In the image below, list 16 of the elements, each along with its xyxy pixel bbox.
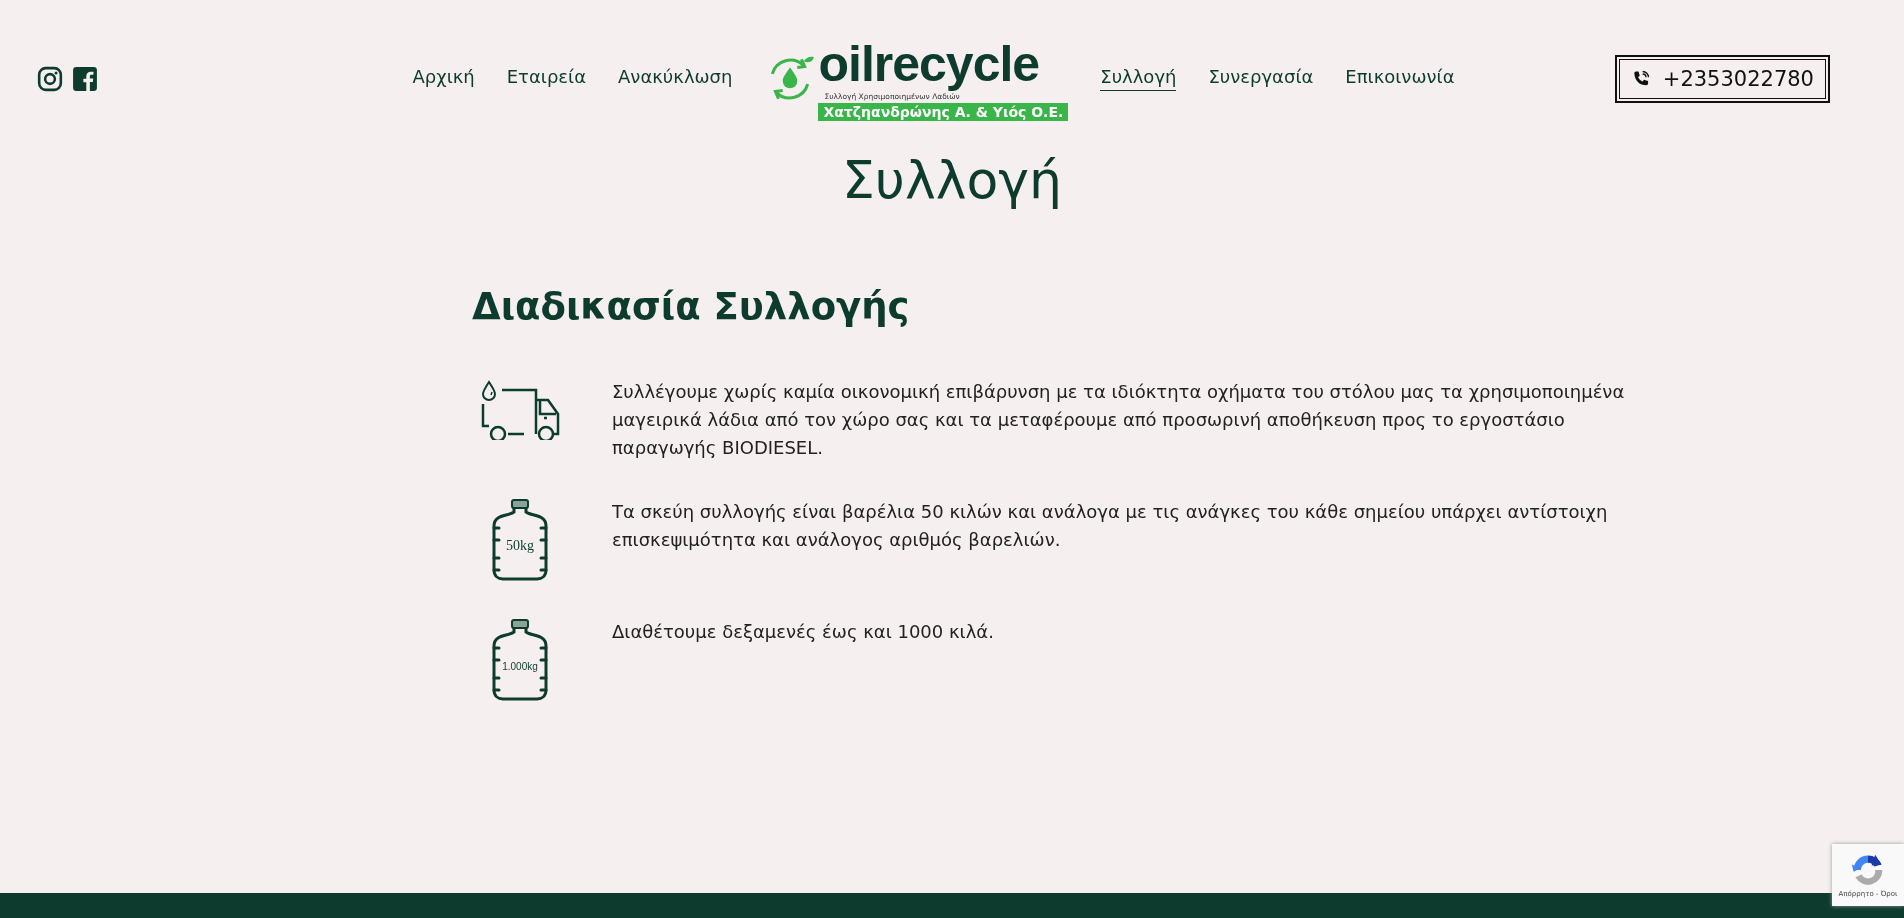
phone-button[interactable]: +2353022780 xyxy=(1614,54,1830,103)
instagram-icon[interactable] xyxy=(37,65,63,92)
logo-wordmark: oilrecycle xyxy=(818,36,1040,92)
item-description: Τα σκεύη συλλογής είναι βαρέλια 50 κιλών και ανάλογα με τις ανάγκες του κάθε σημείου υπάρχει αντίστοιχη επισκεψιμότητα και ανάλογος αριθμός βαρελιών. xyxy=(612,500,1609,552)
nav-link[interactable]: Συλλογή xyxy=(1100,66,1177,91)
nav-link[interactable]: Ανακύκλωση xyxy=(618,66,733,91)
item-description: Διαθέτουμε δεξαμενές έως και 1000 κιλά. xyxy=(612,620,994,644)
page-title: Συλλογή xyxy=(840,150,1063,210)
nav-link[interactable]: Εταιρεία xyxy=(506,66,587,91)
nav-link[interactable]: Επικοινωνία xyxy=(1345,66,1455,91)
logo-company: Χατζηανδρώνης Α. & Υιός Ο.Ε. xyxy=(818,103,1069,121)
item-description: Συλλέγουμε χωρίς καμία οικονομική επιβάρυνση με τα ιδιόκτητα οχήματα του στόλου μας τα χρησιμοποιημένα μαγειρικά λάδια από τον χώρο σας και τα μεταφέρουμε από προσωρινή αποθήκευση προς το εργοστάσιο παραγωγής BIODIESEL. xyxy=(612,380,1626,460)
nav-link[interactable]: Αρχική xyxy=(412,66,475,91)
facebook-icon[interactable] xyxy=(72,65,98,92)
section-heading: Διαδικασία Συλλογής xyxy=(472,285,911,328)
nav-link[interactable]: Συνεργασία xyxy=(1208,66,1314,91)
